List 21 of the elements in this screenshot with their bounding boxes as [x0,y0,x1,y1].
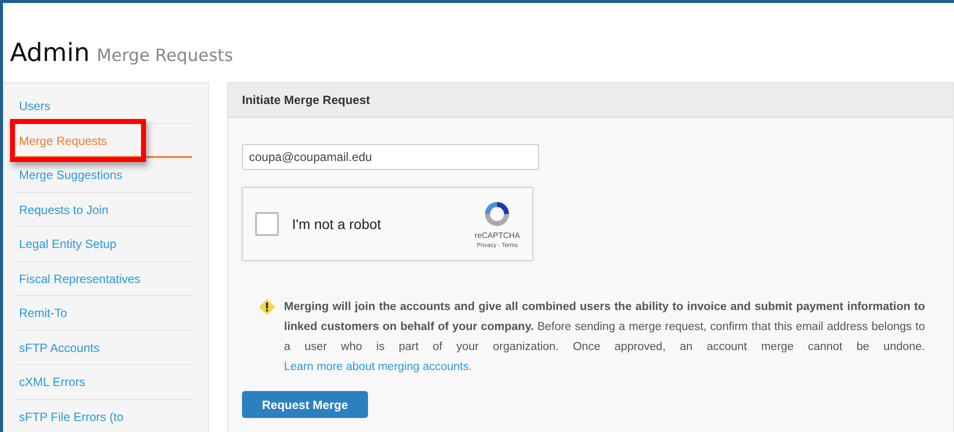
sidebar-item[interactable]: Users [16,89,192,124]
checkbox[interactable] [255,212,279,236]
learn-more-link[interactable]: Learn more about merging accounts. [284,361,472,373]
notice-text: Merging will join the accounts and give all combined users the ability to invoice and submit payment information to linked customers on behalf of your company. Before sending a merge request, confirm that this email address belongs to a user who is part of your organization. Once approved, an account merge cannot be undone. Learn more about merging accounts. [284,300,925,375]
sidebar-item[interactable]: Fiscal Representatives [16,262,192,296]
request-merge-button[interactable]: Request Merge [242,391,368,418]
sidebar-item[interactable]: cXML Errors [16,365,192,400]
email-field[interactable]: coupa@coupamail.edu [242,144,539,170]
warning-icon [258,298,276,316]
sidebar-item[interactable]: sFTP Accounts [16,330,192,365]
sidebar-item[interactable]: Requests to Join [16,192,192,227]
page-title: Admin [10,38,90,67]
sidebar-item[interactable]: sFTP File Errors (to [16,400,192,432]
captcha-brand: reCAPTCHA [474,231,520,240]
sidebar-item[interactable]: Merge Requests [16,124,192,158]
sidebar-item[interactable]: Remit-To [16,296,192,330]
panel-title: Initiate Merge Request [242,93,370,107]
sidebar-item[interactable]: Merge Suggestions [16,158,192,192]
captcha-label: I'm not a robot [292,216,382,232]
page-subtitle: Merge Requests [96,46,234,66]
sidebar-item[interactable]: Legal Entity Setup [16,227,192,262]
